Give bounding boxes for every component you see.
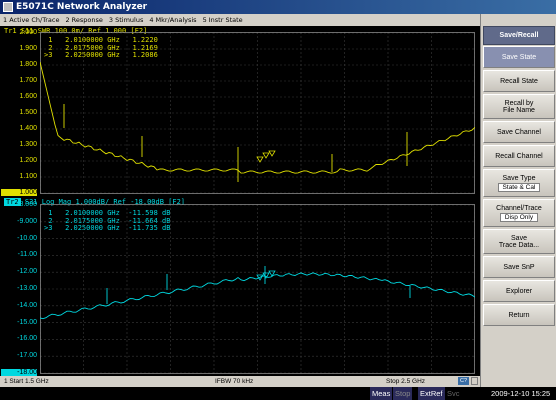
y-tick-label: -17.00 (17, 352, 37, 360)
chart-area[interactable]: Tr1 S11 SWR 100.0m/ Ref 1.000 [F2] 1 2.0… (0, 26, 480, 376)
save-state-button[interactable]: Save State (483, 46, 555, 68)
explorer-label: Explorer (505, 287, 533, 295)
datetime: 2009-12-10 15:25 (491, 389, 551, 398)
app-icon (3, 2, 13, 12)
y-tick-label: 1.900 (19, 45, 37, 52)
save-channel-button[interactable]: Save Channel (483, 121, 555, 143)
y-tick-label: 1.800 (19, 61, 37, 68)
save-trace-label-2: Trace Data... (498, 241, 540, 249)
y-tick-label: -14.00 (17, 301, 37, 309)
y-tick-label: -9.000 (17, 217, 37, 225)
save-snp-label: Save SnP (503, 263, 535, 271)
y-tick-label: 2.000 (19, 29, 37, 36)
network-analyzer-window: E5071C Network Analyzer 1 Active Ch/Trac… (0, 0, 556, 400)
recall-by-file-label-2: File Name (503, 106, 535, 114)
y-tick-label: -10.00 (17, 234, 37, 242)
y-tick-label: 1.500 (19, 109, 37, 116)
trace1-pane[interactable]: Tr1 S11 SWR 100.0m/ Ref 1.000 [F2] 1 2.0… (0, 26, 480, 196)
y-tick-label: -8.000 (17, 201, 37, 208)
menu-stimulus[interactable]: 3 Stimulus (106, 14, 146, 26)
recall-channel-label: Recall Channel (495, 152, 543, 160)
menu-bar: 1 Active Ch/Trace 2 Response 3 Stimulus … (0, 14, 480, 26)
y-tick-label: -12.00 (17, 268, 37, 276)
softkey-title-save-recall: Save/Recall (483, 26, 555, 45)
ifbw-label[interactable]: IFBW 70 kHz (215, 376, 253, 387)
menu-instr-state[interactable]: 5 Instr State (200, 14, 246, 26)
save-state-label: Save State (501, 53, 537, 61)
y-tick-label: -15.00 (17, 318, 37, 326)
trace2-pane[interactable]: Tr2 S21 Log Mag 1.000dB/ Ref -18.00dB [F… (0, 196, 480, 376)
recall-by-file-name-button[interactable]: Recall by File Name (483, 94, 555, 119)
channel-trace-button[interactable]: Channel/Trace Disp Only (483, 199, 555, 227)
save-trace-data-button[interactable]: Save Trace Data... (483, 229, 555, 254)
recall-state-label: Recall State (500, 77, 538, 85)
y-tick-label: 1.000 (1, 189, 37, 196)
window-title: E5071C Network Analyzer (16, 2, 148, 12)
y-tick-label: -11.00 (17, 251, 37, 259)
y-tick-label: 1.300 (19, 141, 37, 148)
extref-indicator: ExtRef (418, 387, 445, 400)
save-channel-label: Save Channel (497, 128, 541, 136)
y-tick-label: -18.00 (1, 369, 37, 376)
return-label: Return (508, 311, 530, 319)
y-tick-label: 1.700 (19, 77, 37, 84)
y-tick-label: 1.100 (19, 173, 37, 180)
save-snp-button[interactable]: Save SnP (483, 256, 555, 278)
trace2-plot[interactable] (40, 204, 475, 374)
channel-toggle-button[interactable] (471, 377, 478, 385)
channel-trace-value: Disp Only (499, 212, 539, 222)
status-line: 1 Start 1.5 GHz IFBW 70 kHz Stop 2.5 GHz… (0, 376, 480, 387)
softkey-panel: Save/Recall Save State Recall State Reca… (480, 14, 556, 387)
save-trace-label-1: Save (511, 234, 527, 242)
y-tick-label: 1.400 (19, 125, 37, 132)
recall-by-file-label-1: Recall by (504, 99, 534, 107)
marker-3-icon[interactable] (268, 150, 276, 157)
recall-channel-button[interactable]: Recall Channel (483, 145, 555, 167)
y-tick-label: -16.00 (17, 335, 37, 343)
explorer-button[interactable]: Explorer (483, 280, 555, 302)
y-tick-label: 1.600 (19, 93, 37, 100)
start-frequency[interactable]: 1 Start 1.5 GHz (4, 376, 49, 387)
save-type-button[interactable]: Save Type State & Cal (483, 169, 555, 197)
channel-badge: C? (458, 377, 469, 385)
instrument-status-bar: Meas Stop ExtRef Svc 2009-12-10 15:25 (0, 387, 556, 400)
meas-indicator: Meas (370, 387, 393, 400)
stop-frequency[interactable]: Stop 2.5 GHz (386, 376, 425, 387)
menu-active-ch-trace[interactable]: 1 Active Ch/Trace (0, 14, 62, 26)
svc-indicator: Svc (447, 389, 460, 398)
channel-trace-label: Channel/Trace (496, 204, 542, 212)
trace1-plot[interactable] (40, 32, 475, 194)
menu-response[interactable]: 2 Response (62, 14, 105, 26)
recall-state-button[interactable]: Recall State (483, 70, 555, 92)
save-type-label: Save Type (502, 174, 536, 182)
return-button[interactable]: Return (483, 304, 555, 326)
softkey-title-label: Save/Recall (499, 32, 539, 39)
save-type-value: State & Cal (497, 182, 541, 192)
menu-mkr-analysis[interactable]: 4 Mkr/Analysis (146, 14, 199, 26)
marker-2-icon[interactable] (262, 152, 270, 159)
title-bar: E5071C Network Analyzer (0, 0, 556, 14)
stop-indicator: Stop (393, 387, 413, 400)
y-tick-label: 1.200 (19, 157, 37, 164)
y-tick-label: -13.00 (17, 285, 37, 292)
